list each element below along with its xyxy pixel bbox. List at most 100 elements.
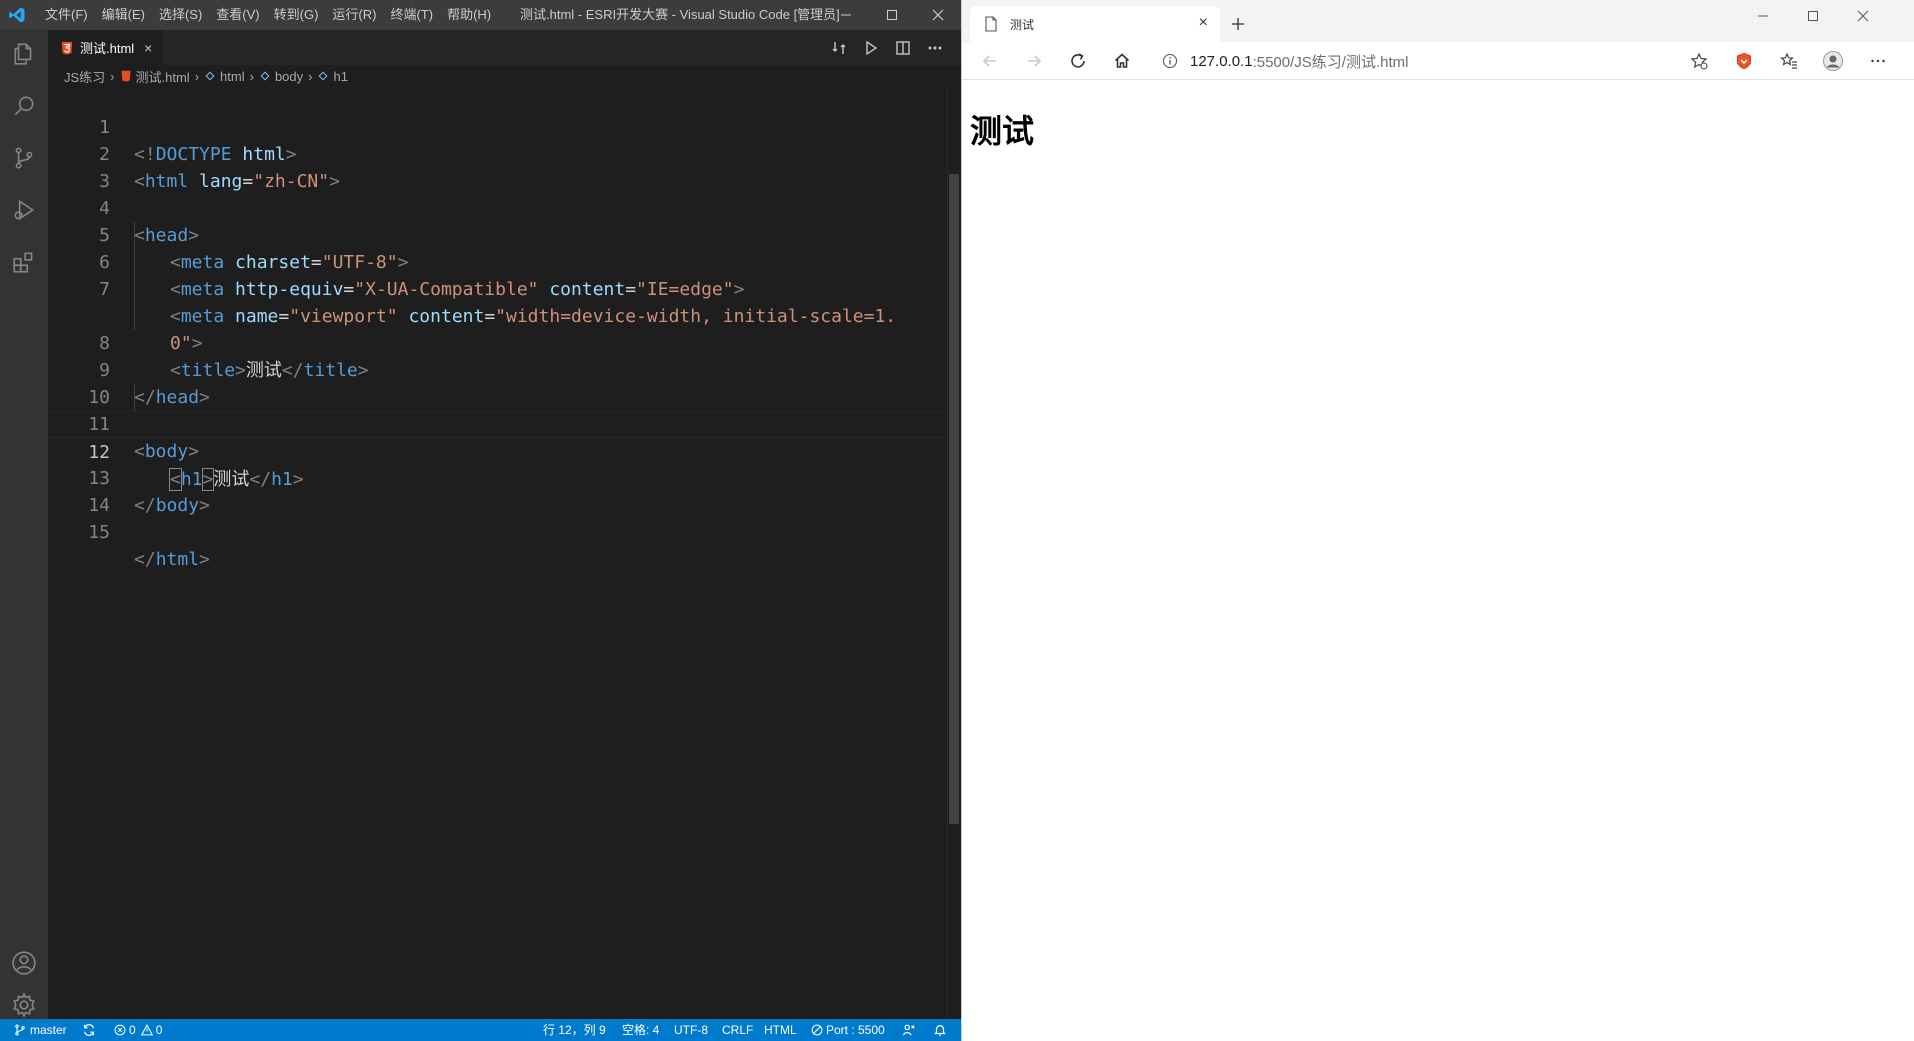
status-notifications[interactable] xyxy=(933,1019,947,1041)
menu-terminal[interactable]: 终端(T) xyxy=(383,0,440,30)
status-live-server[interactable]: Port : 5500 xyxy=(811,1019,885,1041)
code-line: 14 xyxy=(48,465,948,516)
status-indentation[interactable]: 空格: 4 xyxy=(622,1019,659,1041)
extension-button[interactable] xyxy=(1728,47,1760,75)
source-control-icon xyxy=(15,147,33,169)
warning-icon xyxy=(140,1024,153,1036)
compare-changes-icon xyxy=(832,42,846,54)
vscode-window: 文件(F) 编辑(E) 选择(S) 查看(V) 转到(G) 运行(R) 终端(T… xyxy=(0,0,961,1041)
symbol-element-icon xyxy=(318,71,328,81)
menu-go[interactable]: 转到(G) xyxy=(267,0,326,30)
search-icon xyxy=(14,96,34,116)
extensions-button[interactable] xyxy=(0,238,48,286)
favorites-icon xyxy=(1780,52,1797,69)
split-editor-button[interactable] xyxy=(893,38,913,58)
editor-scrollbar[interactable] xyxy=(947,87,961,1019)
breadcrumb-body[interactable]: body xyxy=(275,69,303,84)
line-text: </html> xyxy=(134,549,210,570)
code-line: 9 </head> xyxy=(48,330,948,408)
url-host: 127.0.0.1 xyxy=(1190,52,1253,70)
profile-button[interactable] xyxy=(1817,47,1849,75)
code-line-wrapped: 0"> xyxy=(48,276,948,354)
tab-test-html[interactable]: 测试.html × xyxy=(48,30,163,65)
browser-toolbar: 127.0.0.1:5500/JS练习/测试.html xyxy=(962,42,1914,80)
run-debug-icon xyxy=(14,199,35,221)
chevron-right-icon: › xyxy=(249,68,254,84)
files-icon xyxy=(14,43,32,65)
close-icon xyxy=(932,9,944,21)
html5-icon xyxy=(61,41,73,55)
warning-count: 0 xyxy=(155,1023,163,1037)
accounts-button[interactable] xyxy=(0,939,48,987)
status-sync[interactable] xyxy=(82,1019,96,1041)
breadcrumb-folder[interactable]: JS练习 xyxy=(64,67,105,86)
search-button[interactable] xyxy=(0,82,48,130)
menu-help[interactable]: 帮助(H) xyxy=(440,0,498,30)
status-branch[interactable]: master xyxy=(14,1019,67,1041)
breadcrumb-h1[interactable]: h1 xyxy=(333,69,347,84)
browser-maximize-button[interactable] xyxy=(1791,2,1835,30)
run-debug-button[interactable] xyxy=(0,186,48,234)
browser-tab[interactable]: 测试 × xyxy=(970,6,1220,42)
arrow-left-icon xyxy=(982,55,996,67)
source-control-button[interactable] xyxy=(0,134,48,182)
menu-file[interactable]: 文件(F) xyxy=(38,0,95,30)
status-cursor-position[interactable]: 行 12，列 9 xyxy=(543,1019,606,1041)
breadcrumb-file[interactable]: 测试.html xyxy=(136,67,190,86)
refresh-button[interactable] xyxy=(1062,47,1094,75)
favorites-button[interactable] xyxy=(1773,47,1805,75)
browser-tab-close-button[interactable]: × xyxy=(1199,14,1208,32)
menu-selection[interactable]: 选择(S) xyxy=(152,0,209,30)
status-problems[interactable]: 0 0 xyxy=(114,1019,162,1041)
browser-close-button[interactable] xyxy=(1841,2,1885,30)
close-window-button[interactable] xyxy=(915,0,961,30)
page-icon xyxy=(985,16,997,32)
minimize-icon xyxy=(1758,15,1768,17)
manage-button[interactable] xyxy=(0,991,48,1019)
code-line: 6 <meta http-equiv="X-UA-Compatible" con… xyxy=(48,222,948,300)
minimize-button[interactable] xyxy=(823,0,869,30)
back-button[interactable] xyxy=(974,47,1006,75)
status-feedback[interactable] xyxy=(902,1019,916,1041)
line-number: 15 xyxy=(88,522,110,543)
maximize-button[interactable] xyxy=(869,0,915,30)
error-icon xyxy=(114,1024,126,1036)
code-line: 10 xyxy=(48,357,948,408)
open-changes-button[interactable] xyxy=(829,38,849,58)
code-line: 13 </body> xyxy=(48,438,948,516)
status-language[interactable]: HTML xyxy=(764,1019,797,1041)
run-button[interactable] xyxy=(861,38,881,58)
url-path: :5500/JS练习/测试.html xyxy=(1252,53,1409,71)
address-bar[interactable]: 127.0.0.1:5500/JS练习/测试.html xyxy=(1150,45,1750,77)
browser-minimize-button[interactable] xyxy=(1741,2,1785,30)
code-line: 5 <meta charset="UTF-8"> xyxy=(48,195,948,273)
code-line: 15 </html> xyxy=(48,492,948,570)
scrollbar-thumb[interactable] xyxy=(949,174,959,824)
status-encoding[interactable]: UTF-8 xyxy=(674,1019,708,1041)
menu-view[interactable]: 查看(V) xyxy=(209,0,266,30)
activity-bar xyxy=(0,30,48,1019)
add-favorite-button[interactable] xyxy=(1683,47,1715,75)
chevron-right-icon: › xyxy=(110,68,115,84)
code-editor[interactable]: 1 <!DOCTYPE html> 2 <html lang="zh-CN"> … xyxy=(48,87,948,1017)
forward-button[interactable] xyxy=(1018,47,1050,75)
live-server-port: Port : 5500 xyxy=(826,1023,885,1037)
window-title: 测试.html - ESRI开发大赛 - Visual Studio Code … xyxy=(520,7,840,22)
menu-bar: 文件(F) 编辑(E) 选择(S) 查看(V) 转到(G) 运行(R) 终端(T… xyxy=(38,0,498,30)
new-tab-button[interactable] xyxy=(1224,10,1252,38)
menu-run[interactable]: 运行(R) xyxy=(325,0,383,30)
breadcrumb-html[interactable]: html xyxy=(220,69,245,84)
status-eol[interactable]: CRLF xyxy=(722,1019,753,1041)
branch-name: master xyxy=(30,1023,67,1037)
home-button[interactable] xyxy=(1106,47,1138,75)
git-branch-icon xyxy=(15,1024,25,1036)
settings-menu-button[interactable] xyxy=(1862,47,1894,75)
code-line: 11 <body> xyxy=(48,384,948,462)
bell-icon xyxy=(934,1025,946,1036)
explorer-button[interactable] xyxy=(0,30,48,78)
more-actions-button[interactable] xyxy=(925,38,945,58)
chevron-right-icon: › xyxy=(194,68,200,84)
menu-edit[interactable]: 编辑(E) xyxy=(95,0,152,30)
maximize-icon xyxy=(1808,11,1818,21)
tab-close-button[interactable]: × xyxy=(144,40,152,56)
